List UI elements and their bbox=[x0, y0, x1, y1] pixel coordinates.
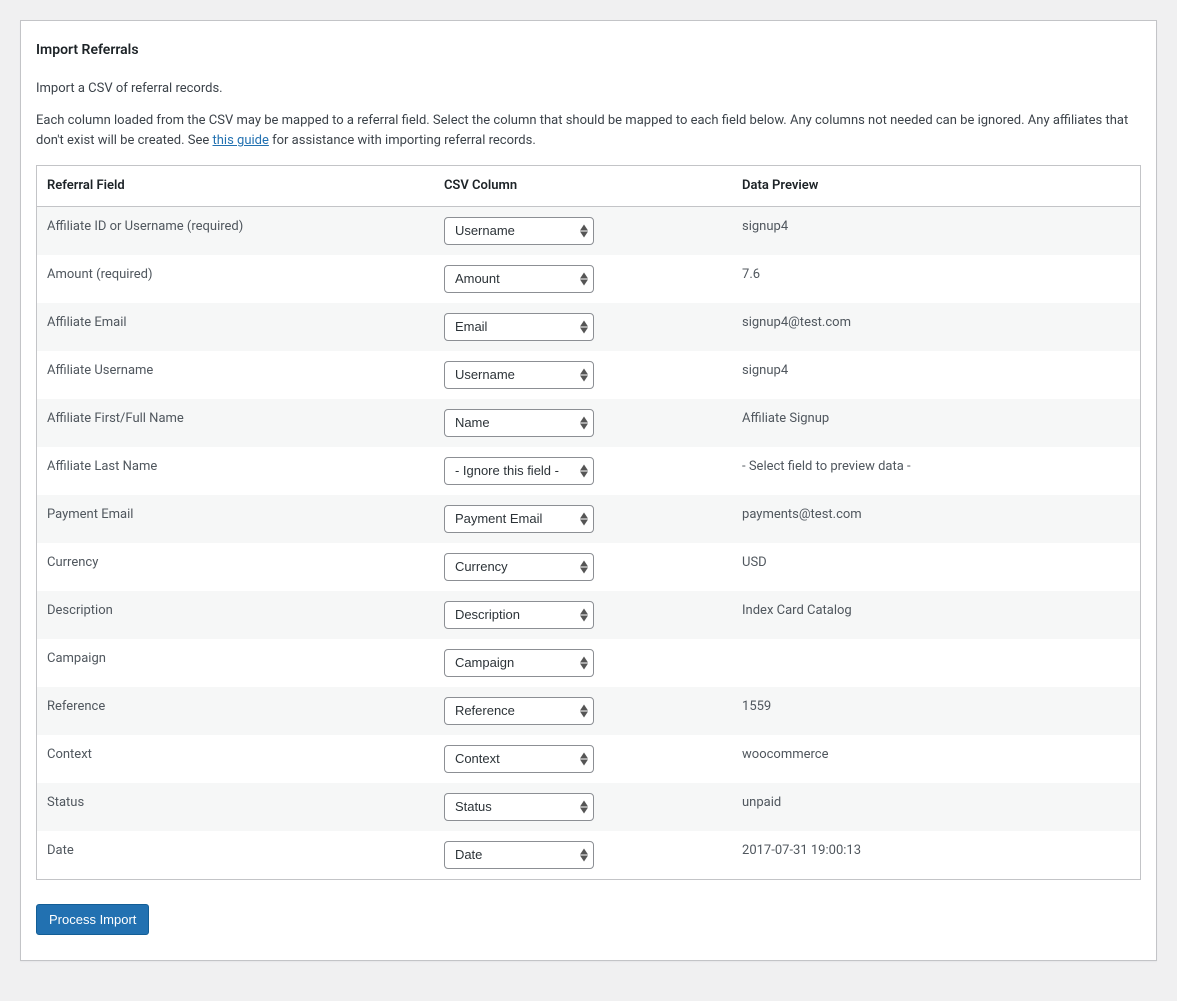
table-row: Affiliate Last Name - Ignore this field -… bbox=[37, 447, 1141, 495]
referral-field-label: Payment Email bbox=[37, 495, 434, 543]
referral-field-label: Amount (required) bbox=[37, 255, 434, 303]
csv-column-select[interactable]: Date bbox=[444, 841, 594, 869]
header-csv-column: CSV Column bbox=[434, 166, 732, 207]
header-referral-field: Referral Field bbox=[37, 166, 434, 207]
data-preview-value: signup4@test.com bbox=[732, 303, 1140, 351]
process-import-button[interactable]: Process Import bbox=[36, 904, 149, 935]
instructions-text: Each column loaded from the CSV may be m… bbox=[36, 111, 1141, 151]
csv-column-cell: Email bbox=[434, 303, 732, 351]
csv-column-cell: Context bbox=[434, 735, 732, 783]
data-preview-value: unpaid bbox=[732, 783, 1140, 831]
table-row: Currency Currency USD bbox=[37, 543, 1141, 591]
csv-column-select-wrap: Campaign bbox=[444, 649, 594, 677]
csv-column-select-wrap: Currency bbox=[444, 553, 594, 581]
csv-column-select[interactable]: Status bbox=[444, 793, 594, 821]
csv-column-cell: Username bbox=[434, 206, 732, 255]
csv-column-select[interactable]: Description bbox=[444, 601, 594, 629]
csv-column-select-wrap: Reference bbox=[444, 697, 594, 725]
csv-column-select-wrap: Email bbox=[444, 313, 594, 341]
csv-column-select-wrap: Description bbox=[444, 601, 594, 629]
table-row: Affiliate Email Email signup4@test.com bbox=[37, 303, 1141, 351]
referral-field-label: Affiliate First/Full Name bbox=[37, 399, 434, 447]
data-preview-value: Affiliate Signup bbox=[732, 399, 1140, 447]
intro-text: Import a CSV of referral records. bbox=[36, 79, 1141, 99]
referral-field-label: Date bbox=[37, 831, 434, 880]
csv-column-select-wrap: Amount bbox=[444, 265, 594, 293]
page-title: Import Referrals bbox=[36, 22, 1141, 67]
csv-column-select[interactable]: Payment Email bbox=[444, 505, 594, 533]
table-row: Affiliate ID or Username (required) Usern… bbox=[37, 206, 1141, 255]
csv-column-cell: Status bbox=[434, 783, 732, 831]
referral-field-label: Affiliate Username bbox=[37, 351, 434, 399]
csv-column-select[interactable]: Context bbox=[444, 745, 594, 773]
csv-column-select[interactable]: Name bbox=[444, 409, 594, 437]
csv-column-select[interactable]: Username bbox=[444, 217, 594, 245]
csv-column-select-wrap: Date bbox=[444, 841, 594, 869]
instructions-post: for assistance with importing referral r… bbox=[269, 133, 536, 148]
csv-column-select-wrap: Username bbox=[444, 217, 594, 245]
data-preview-value: USD bbox=[732, 543, 1140, 591]
csv-column-select[interactable]: Campaign bbox=[444, 649, 594, 677]
table-row: Campaign Campaign bbox=[37, 639, 1141, 687]
csv-column-select[interactable]: - Ignore this field - bbox=[444, 457, 594, 485]
table-row: Reference Reference 1559 bbox=[37, 687, 1141, 735]
csv-column-cell: Date bbox=[434, 831, 732, 880]
csv-column-cell: Description bbox=[434, 591, 732, 639]
csv-column-select[interactable]: Currency bbox=[444, 553, 594, 581]
table-row: Status Status unpaid bbox=[37, 783, 1141, 831]
referral-field-label: Description bbox=[37, 591, 434, 639]
csv-column-cell: Name bbox=[434, 399, 732, 447]
table-row: Amount (required) Amount 7.6 bbox=[37, 255, 1141, 303]
data-preview-value: Index Card Catalog bbox=[732, 591, 1140, 639]
csv-column-cell: Reference bbox=[434, 687, 732, 735]
referral-field-label: Status bbox=[37, 783, 434, 831]
referral-field-label: Affiliate ID or Username (required) bbox=[37, 206, 434, 255]
data-preview-value: 1559 bbox=[732, 687, 1140, 735]
csv-column-select-wrap: Status bbox=[444, 793, 594, 821]
data-preview-value: 2017-07-31 19:00:13 bbox=[732, 831, 1140, 880]
data-preview-value: - Select field to preview data - bbox=[732, 447, 1140, 495]
csv-column-select[interactable]: Reference bbox=[444, 697, 594, 725]
table-row: Description Description Index Card Catalog bbox=[37, 591, 1141, 639]
import-referrals-card: Import Referrals Import a CSV of referra… bbox=[20, 20, 1157, 961]
guide-link[interactable]: this guide bbox=[213, 133, 269, 148]
csv-column-select-wrap: Payment Email bbox=[444, 505, 594, 533]
csv-column-select-wrap: Username bbox=[444, 361, 594, 389]
csv-column-select[interactable]: Email bbox=[444, 313, 594, 341]
csv-column-cell: Amount bbox=[434, 255, 732, 303]
referral-field-label: Affiliate Last Name bbox=[37, 447, 434, 495]
data-preview-value: signup4 bbox=[732, 206, 1140, 255]
table-row: Context Context woocommerce bbox=[37, 735, 1141, 783]
csv-column-cell: Payment Email bbox=[434, 495, 732, 543]
table-row: Affiliate First/Full Name Name Affiliate S… bbox=[37, 399, 1141, 447]
data-preview-value: 7.6 bbox=[732, 255, 1140, 303]
csv-column-cell: Currency bbox=[434, 543, 732, 591]
data-preview-value: woocommerce bbox=[732, 735, 1140, 783]
csv-column-select-wrap: Context bbox=[444, 745, 594, 773]
csv-column-select[interactable]: Username bbox=[444, 361, 594, 389]
referral-field-label: Campaign bbox=[37, 639, 434, 687]
referral-field-label: Affiliate Email bbox=[37, 303, 434, 351]
data-preview-value: payments@test.com bbox=[732, 495, 1140, 543]
csv-column-select[interactable]: Amount bbox=[444, 265, 594, 293]
header-data-preview: Data Preview bbox=[732, 166, 1140, 207]
referral-field-label: Reference bbox=[37, 687, 434, 735]
table-row: Date Date 2017-07-31 19:00:13 bbox=[37, 831, 1141, 880]
data-preview-value: signup4 bbox=[732, 351, 1140, 399]
csv-column-cell: - Ignore this field - bbox=[434, 447, 732, 495]
table-row: Affiliate Username Username signup4 bbox=[37, 351, 1141, 399]
instructions-pre: Each column loaded from the CSV may be m… bbox=[36, 113, 1128, 148]
csv-column-cell: Username bbox=[434, 351, 732, 399]
data-preview-value bbox=[732, 639, 1140, 687]
table-row: Payment Email Payment Email payments@test.… bbox=[37, 495, 1141, 543]
csv-column-select-wrap: Name bbox=[444, 409, 594, 437]
referral-field-label: Currency bbox=[37, 543, 434, 591]
csv-column-select-wrap: - Ignore this field - bbox=[444, 457, 594, 485]
csv-column-cell: Campaign bbox=[434, 639, 732, 687]
referral-field-label: Context bbox=[37, 735, 434, 783]
mapping-table: Referral Field CSV Column Data Preview A… bbox=[36, 165, 1141, 880]
